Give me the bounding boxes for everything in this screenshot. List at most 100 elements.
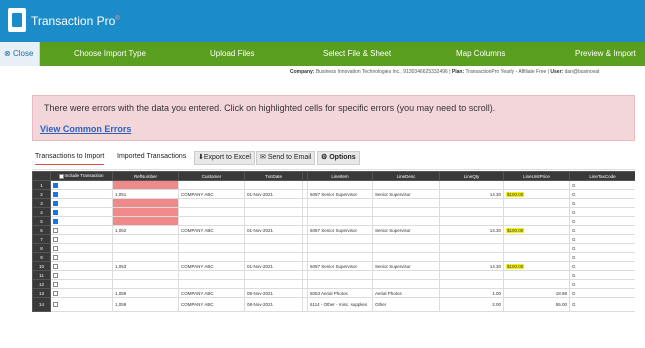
linedesc-cell[interactable]: Other <box>372 297 440 312</box>
table-row[interactable]: 12 G <box>32 279 635 289</box>
close-button[interactable]: ⊗ Close <box>0 42 40 66</box>
include-checkbox[interactable] <box>53 290 58 296</box>
customer-cell[interactable]: COMPANY ABC <box>178 288 245 298</box>
lineqty-cell[interactable] <box>439 216 504 226</box>
include-checkbox[interactable] <box>53 209 58 215</box>
linetaxcode-cell[interactable]: G <box>569 252 635 262</box>
linedesc-cell[interactable] <box>372 243 440 253</box>
lineunitprice-cell[interactable] <box>503 198 570 208</box>
lineqty-cell[interactable]: 2.00 <box>439 297 504 312</box>
include-checkbox[interactable] <box>53 281 58 287</box>
lineqty-cell[interactable] <box>439 207 504 217</box>
linetaxcode-cell[interactable]: G <box>569 279 635 289</box>
include-cell[interactable] <box>50 279 113 289</box>
refnumber-cell[interactable] <box>112 216 179 226</box>
include-checkbox[interactable] <box>53 182 58 188</box>
txndate-cell[interactable] <box>244 234 303 244</box>
table-row[interactable]: 4G <box>32 207 635 217</box>
lineqty-cell[interactable]: 1.00 <box>439 288 504 298</box>
customer-cell[interactable] <box>178 279 245 289</box>
linedesc-cell[interactable]: Aerial Photos <box>372 288 440 298</box>
lineunitprice-cell[interactable] <box>503 243 570 253</box>
include-cell[interactable] <box>50 216 113 226</box>
table-row[interactable]: 14 1,059 COMPANY ABC 08-Nov-2021 6114 - Othe… <box>32 297 635 312</box>
linetaxcode-cell[interactable]: G <box>569 207 635 217</box>
linedesc-cell[interactable]: Senior Supervisor <box>372 261 440 271</box>
include-checkbox[interactable] <box>53 254 58 260</box>
lineunitprice-cell[interactable] <box>503 180 570 190</box>
txndate-cell[interactable] <box>244 279 303 289</box>
linetaxcode-cell[interactable]: G <box>569 261 635 271</box>
refnumber-cell[interactable] <box>112 180 179 190</box>
linedesc-cell[interactable] <box>372 252 440 262</box>
include-checkbox[interactable] <box>53 302 58 308</box>
tab-transactions-to-import[interactable]: Transactions to Import <box>35 153 105 165</box>
txndate-cell[interactable] <box>244 252 303 262</box>
column-header[interactable]: LineUnitPrice <box>503 171 570 181</box>
table-row[interactable]: 11 G <box>32 270 635 280</box>
lineitem-cell[interactable] <box>307 198 373 208</box>
lineitem-cell[interactable] <box>307 243 373 253</box>
linetaxcode-cell[interactable]: G <box>569 198 635 208</box>
customer-cell[interactable] <box>178 180 245 190</box>
table-row[interactable]: 2 1,051 COMPANY ABC 01-Nov-2021 6087 Senior … <box>32 189 635 199</box>
txndate-cell[interactable] <box>244 216 303 226</box>
refnumber-cell[interactable] <box>112 198 179 208</box>
customer-cell[interactable] <box>178 207 245 217</box>
step-choose-import-type[interactable]: Choose Import Type <box>74 42 146 66</box>
lineqty-cell[interactable]: 14.30 <box>439 189 504 199</box>
table-row[interactable]: 10 1,053 COMPANY ABC 01-Nov-2021 6087 Senior… <box>32 261 635 271</box>
include-cell[interactable] <box>50 189 113 199</box>
lineqty-cell[interactable] <box>439 252 504 262</box>
include-checkbox[interactable] <box>53 218 58 224</box>
table-row[interactable]: 7G <box>32 234 635 244</box>
txndate-cell[interactable] <box>244 180 303 190</box>
lineitem-cell[interactable] <box>307 207 373 217</box>
linetaxcode-cell[interactable]: G <box>569 189 635 199</box>
column-header[interactable]: Customer <box>178 171 245 181</box>
refnumber-cell[interactable]: 1,059 <box>112 297 179 312</box>
step-select-file-sheet[interactable]: Select File & Sheet <box>323 42 391 66</box>
refnumber-cell[interactable] <box>112 279 179 289</box>
lineqty-cell[interactable] <box>439 180 504 190</box>
linedesc-cell[interactable] <box>372 216 440 226</box>
customer-cell[interactable]: COMPANY ABC <box>178 261 245 271</box>
table-row[interactable]: 5G <box>32 216 635 226</box>
lineitem-cell[interactable] <box>307 234 373 244</box>
lineitem-cell[interactable] <box>307 216 373 226</box>
include-checkbox[interactable] <box>53 272 58 278</box>
txndate-cell[interactable] <box>244 198 303 208</box>
lineqty-cell[interactable] <box>439 279 504 289</box>
txndate-cell[interactable]: 08-Nov-2021 <box>244 288 303 298</box>
step-preview-import[interactable]: Preview & Import <box>575 42 636 66</box>
lineunitprice-cell[interactable] <box>503 252 570 262</box>
column-header[interactable]: LineTaxCode <box>569 171 635 181</box>
include-cell[interactable] <box>50 288 113 298</box>
column-header[interactable] <box>32 171 51 181</box>
include-checkbox[interactable] <box>53 200 58 206</box>
lineitem-cell[interactable] <box>307 180 373 190</box>
txndate-cell[interactable] <box>244 243 303 253</box>
column-header[interactable]: TxnDate <box>244 171 303 181</box>
include-checkbox[interactable] <box>53 227 58 233</box>
customer-cell[interactable] <box>178 216 245 226</box>
customer-cell[interactable] <box>178 198 245 208</box>
lineitem-cell[interactable]: 6114 - Other - misc. supplies <box>307 297 373 312</box>
linetaxcode-cell[interactable]: G <box>569 270 635 280</box>
linedesc-cell[interactable]: Senior Supervisor <box>372 189 440 199</box>
refnumber-cell[interactable]: 1,053 <box>112 261 179 271</box>
include-checkbox[interactable] <box>53 245 58 251</box>
txndate-cell[interactable]: 01-Nov-2021 <box>244 261 303 271</box>
linetaxcode-cell[interactable]: G <box>569 225 635 235</box>
refnumber-cell[interactable]: 1,052 <box>112 225 179 235</box>
include-cell[interactable] <box>50 297 113 312</box>
linetaxcode-cell[interactable]: G <box>569 297 635 312</box>
refnumber-cell[interactable]: 1,051 <box>112 189 179 199</box>
include-cell[interactable] <box>50 180 113 190</box>
column-header[interactable]: RefNumber <box>112 171 179 181</box>
linedesc-cell[interactable] <box>372 234 440 244</box>
lineqty-cell[interactable]: 14.30 <box>439 261 504 271</box>
tab-imported-transactions[interactable]: Imported Transactions <box>117 153 186 160</box>
lineunitprice-cell[interactable] <box>503 270 570 280</box>
column-header[interactable]: LineItem <box>307 171 373 181</box>
